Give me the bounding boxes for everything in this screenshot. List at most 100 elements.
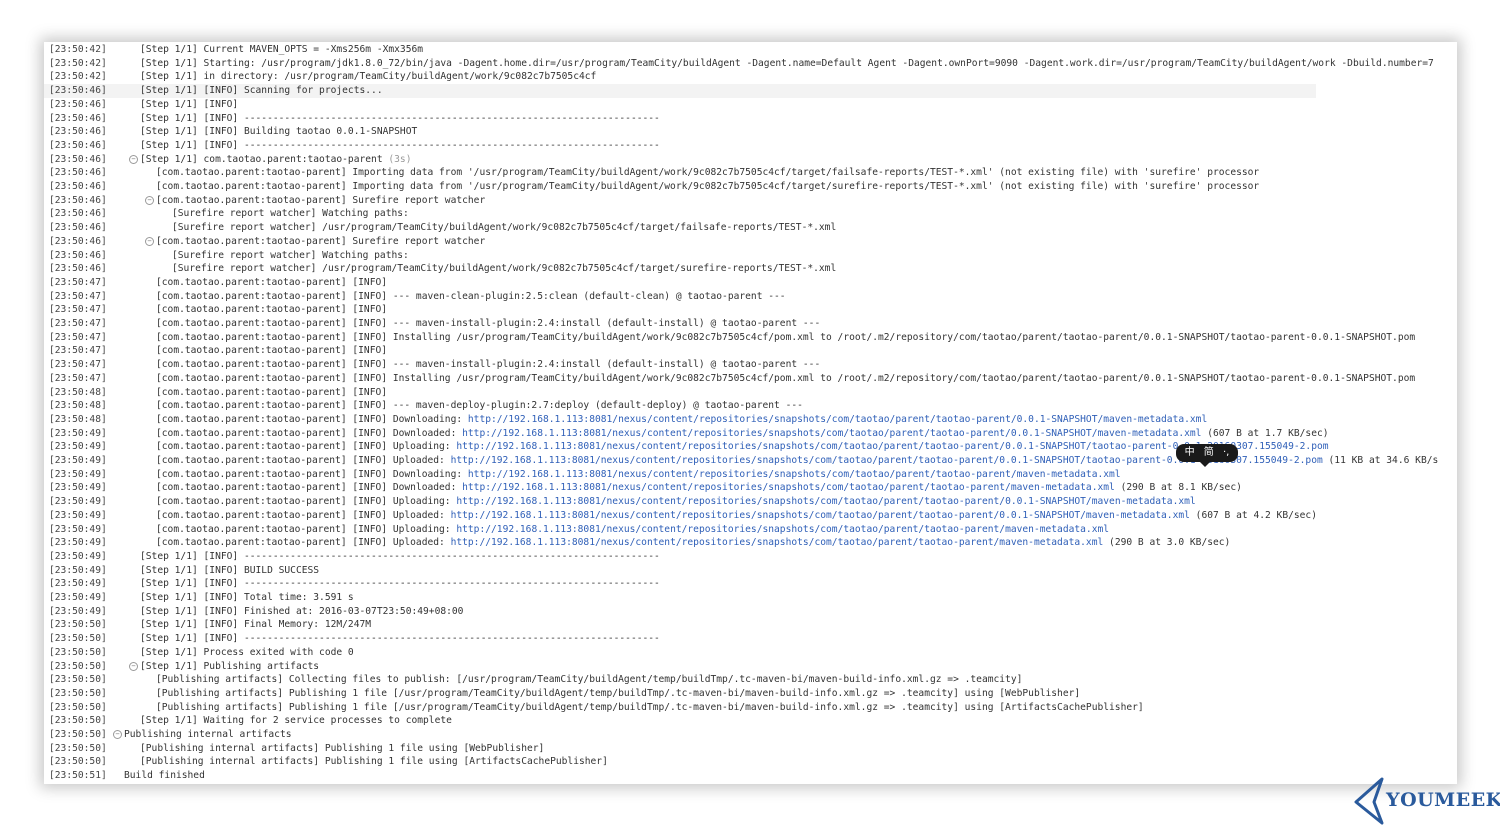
log-message: [Step 1/1] Process exited with code 0: [140, 646, 354, 658]
log-message: [com.taotao.parent:taotao-parent] [INFO]: [156, 276, 388, 288]
log-message: [Surefire report watcher] /usr/program/T…: [172, 222, 837, 234]
collapse-toggle-icon[interactable]: −: [129, 154, 138, 164]
log-message: [com.taotao.parent:taotao-parent] [INFO]…: [156, 537, 451, 549]
log-line: [23:50:49] [com.taotao.parent:taotao-pare…: [44, 468, 1457, 482]
ime-mode-simplified: 简: [1203, 447, 1214, 458]
log-line: [23:50:49] [com.taotao.parent:taotao-pare…: [44, 454, 1457, 468]
log-message: [Step 1/1] [INFO] ----------------------…: [140, 139, 660, 151]
log-message: [Step 1/1] [INFO] BUILD SUCCESS: [140, 564, 320, 576]
log-line: [23:50:46] [Surefire report watcher] Watc…: [44, 207, 1457, 221]
log-line: [23:50:46] [Step 1/1] [INFO] ------------…: [44, 139, 1457, 153]
collapse-toggle-icon[interactable]: −: [145, 236, 154, 246]
log-timestamp: [23:50:49]: [49, 441, 107, 453]
log-message: [Step 1/1] [INFO] Finished at: 2016-03-0…: [140, 605, 464, 617]
log-message: [Publishing artifacts] Publishing 1 file…: [156, 701, 1144, 713]
log-link[interactable]: http://192.168.1.113:8081/nexus/content/…: [456, 496, 1195, 507]
log-link[interactable]: http://192.168.1.113:8081/nexus/content/…: [451, 510, 1190, 521]
log-timestamp: [23:50:49]: [49, 592, 107, 603]
log-message: [Step 1/1] Publishing artifacts: [140, 660, 320, 672]
log-link[interactable]: http://192.168.1.113:8081/nexus/content/…: [462, 482, 1115, 493]
log-link[interactable]: http://192.168.1.113:8081/nexus/content/…: [451, 537, 1104, 548]
log-line: [23:50:49] [Step 1/1] [INFO] BUILD SUCCES…: [44, 564, 1457, 578]
log-message: [Step 1/1] [INFO] Building taotao 0.0.1-…: [140, 126, 418, 138]
log-link[interactable]: http://192.168.1.113:8081/nexus/content/…: [468, 414, 1207, 425]
log-line: [23:50:49] [Step 1/1] [INFO] ------------…: [44, 577, 1457, 591]
log-timestamp: [23:50:51]: [49, 770, 107, 782]
log-timestamp: [23:50:49]: [49, 509, 107, 521]
log-message: [Step 1/1] [INFO]: [140, 98, 239, 110]
log-transfer-stats: (290 B at 8.1 KB/sec): [1114, 482, 1242, 494]
log-message: [Step 1/1] [INFO] Final Memory: 12M/247M: [140, 619, 372, 631]
log-message: [com.taotao.parent:taotao-parent] [INFO]…: [156, 331, 1416, 343]
log-link[interactable]: http://192.168.1.113:8081/nexus/content/…: [468, 469, 1121, 480]
log-line: [23:50:47] [com.taotao.parent:taotao-pare…: [44, 331, 1457, 345]
log-line: [23:50:50] [Publishing internal artifacts…: [44, 742, 1457, 756]
log-message: [Step 1/1] Waiting for 2 service process…: [140, 715, 452, 727]
log-line: [23:50:46] [Step 1/1] [INFO]: [44, 98, 1457, 112]
log-transfer-stats: (607 B at 1.7 KB/sec): [1201, 427, 1329, 439]
log-line: [23:50:49] [Step 1/1] [INFO] Total time: …: [44, 591, 1457, 605]
log-message: [com.taotao.parent:taotao-parent] Surefi…: [156, 235, 486, 247]
log-line: [23:50:50] [Step 1/1] [INFO] ------------…: [44, 632, 1457, 646]
log-timestamp: [23:50:50]: [49, 729, 107, 740]
log-line: [23:50:46] [Step 1/1] [INFO] ------------…: [44, 112, 1457, 126]
log-message: [com.taotao.parent:taotao-parent] Import…: [156, 167, 1260, 179]
log-timestamp: [23:50:49]: [49, 496, 107, 508]
logo-text: YOUMEEK: [1386, 789, 1500, 811]
log-line: [23:50:47] [com.taotao.parent:taotao-pare…: [44, 276, 1457, 290]
log-link[interactable]: http://192.168.1.113:8081/nexus/content/…: [462, 428, 1201, 439]
log-timestamp: [23:50:50]: [49, 674, 107, 686]
log-line: [23:50:50] [Publishing artifacts] Publish…: [44, 687, 1457, 701]
log-message: [com.taotao.parent:taotao-parent] [INFO]…: [156, 400, 803, 412]
log-duration: (3s): [382, 153, 412, 165]
log-timestamp: [23:50:46]: [49, 235, 107, 247]
log-timestamp: [23:50:49]: [49, 427, 107, 439]
log-message: [Step 1/1] [INFO] ----------------------…: [140, 578, 660, 590]
log-timestamp: [23:50:47]: [49, 372, 107, 384]
log-line: [23:50:46] [com.taotao.parent:taotao-pare…: [44, 180, 1457, 194]
log-timestamp: [23:50:47]: [49, 318, 107, 329]
log-message: [Publishing artifacts] Collecting files …: [156, 674, 1023, 686]
log-message: [com.taotao.parent:taotao-parent] [INFO]…: [156, 496, 457, 508]
log-line: [23:50:47] [com.taotao.parent:taotao-pare…: [44, 358, 1457, 372]
log-line: [23:50:50] − Publishing internal artifacts: [44, 728, 1457, 742]
log-timestamp: [23:50:46]: [49, 208, 107, 220]
log-timestamp: [23:50:48]: [49, 386, 107, 398]
log-line: [23:50:49] [com.taotao.parent:taotao-pare…: [44, 523, 1457, 537]
log-line: [23:50:48] [com.taotao.parent:taotao-pare…: [44, 413, 1457, 427]
log-line: [23:50:50] [Step 1/1] [INFO] Final Memory…: [44, 618, 1457, 632]
log-message: [Step 1/1] in directory: /usr/program/Te…: [140, 71, 597, 83]
log-timestamp: [23:50:49]: [49, 523, 107, 535]
log-line: [23:50:49] [com.taotao.parent:taotao-pare…: [44, 427, 1457, 441]
log-timestamp: [23:50:50]: [49, 715, 107, 727]
log-line: [23:50:46] − [com.taotao.parent:taotao-par…: [44, 235, 1457, 249]
log-message: [Surefire report watcher] /usr/program/T…: [172, 263, 837, 275]
log-message: [Step 1/1] [INFO] ----------------------…: [140, 112, 660, 124]
log-line: [23:50:42] [Step 1/1] Current MAVEN_OPTS …: [44, 43, 1457, 57]
log-line: [23:50:46] [Surefire report watcher] Watc…: [44, 249, 1457, 263]
log-line: [23:50:49] [com.taotao.parent:taotao-pare…: [44, 509, 1457, 523]
log-line: [23:50:50] [Step 1/1] Process exited with…: [44, 646, 1457, 660]
log-message: [Step 1/1] [INFO] Scanning for projects.…: [140, 85, 383, 97]
log-line: [23:50:49] [Step 1/1] [INFO] Finished at:…: [44, 605, 1457, 619]
log-timestamp: [23:50:49]: [49, 468, 107, 480]
log-timestamp: [23:50:46]: [49, 222, 107, 234]
log-line: [23:50:42] [Step 1/1] Starting: /usr/prog…: [44, 57, 1457, 71]
collapse-toggle-icon[interactable]: −: [113, 730, 122, 739]
log-message: [com.taotao.parent:taotao-parent] [INFO]…: [156, 523, 457, 535]
collapse-toggle-icon[interactable]: −: [145, 195, 154, 205]
log-timestamp: [23:50:50]: [49, 619, 107, 631]
collapse-toggle-icon[interactable]: −: [129, 661, 138, 671]
log-timestamp: [23:50:49]: [49, 605, 107, 617]
log-message: [Step 1/1] Starting: /usr/program/jdk1.8…: [140, 57, 1434, 69]
log-timestamp: [23:50:48]: [49, 413, 107, 425]
log-transfer-stats: (11 KB at 34.6 KB/s: [1322, 455, 1439, 466]
log-timestamp: [23:50:47]: [49, 304, 107, 316]
log-message: [com.taotao.parent:taotao-parent] [INFO]: [156, 386, 388, 398]
log-timestamp: [23:50:46]: [49, 194, 107, 206]
log-link[interactable]: http://192.168.1.113:8081/nexus/content/…: [456, 524, 1109, 535]
log-timestamp: [23:50:49]: [49, 578, 107, 590]
log-line: [23:50:46] [Surefire report watcher] /usr…: [44, 262, 1457, 276]
log-timestamp: [23:50:46]: [49, 139, 107, 151]
ime-status-tooltip: 中 简 ·,: [1176, 444, 1238, 467]
